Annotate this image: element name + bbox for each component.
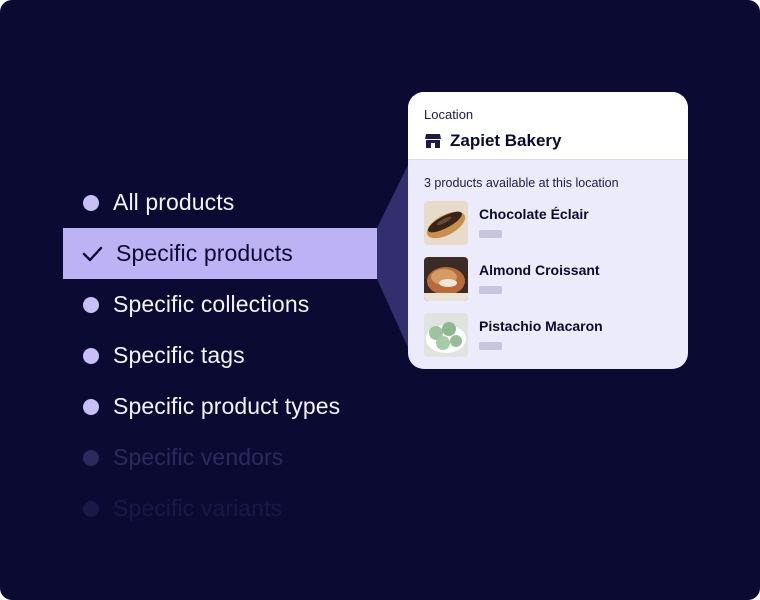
product-item[interactable]: Chocolate Éclair: [424, 201, 672, 245]
option-specific-product-types[interactable]: Specific product types: [0, 381, 400, 432]
bullet-dot: [83, 194, 99, 211]
bullet-dot: [83, 347, 99, 364]
location-label: Location: [424, 107, 474, 122]
product-name: Chocolate Éclair: [479, 206, 589, 222]
location-row[interactable]: Zapiet Bakery: [424, 131, 672, 151]
store-icon: [425, 134, 441, 148]
option-specific-products[interactable]: Specific products: [63, 228, 377, 279]
popover-header: Location Zapiet Bakery: [408, 92, 688, 160]
option-specific-tags[interactable]: Specific tags: [0, 330, 400, 381]
macaron-photo: [424, 313, 468, 357]
option-label: Specific products: [116, 240, 293, 266]
croissant-photo: [424, 257, 468, 301]
option-specific-vendors[interactable]: Specific vendors: [0, 432, 400, 483]
price-placeholder: [479, 230, 502, 238]
bullet-dot: [83, 296, 99, 313]
option-label: Specific vendors: [113, 444, 284, 470]
availability-text: 3 products available at this location: [424, 176, 619, 190]
product-scope-options: All products Specific products Specific …: [0, 177, 400, 534]
option-label: Specific collections: [113, 291, 310, 317]
canvas: All products Specific products Specific …: [0, 0, 760, 600]
bullet-dot: [83, 500, 99, 517]
option-label: All products: [113, 189, 235, 215]
product-item[interactable]: Almond Croissant: [424, 257, 672, 301]
location-popover: Location Zapiet Bakery 3 products availa…: [408, 92, 688, 369]
price-placeholder: [479, 342, 502, 350]
eclair-photo: [424, 201, 468, 245]
popover-body: 3 products available at this location Ch…: [408, 160, 688, 357]
option-specific-variants[interactable]: Specific variants: [0, 483, 400, 534]
option-all-products[interactable]: All products: [0, 177, 400, 228]
location-name: Zapiet Bakery: [450, 131, 562, 150]
option-label: Specific product types: [113, 393, 341, 419]
product-item[interactable]: Pistachio Macaron: [424, 313, 672, 357]
bullet-dot: [83, 398, 99, 415]
price-placeholder: [479, 286, 502, 294]
bullet-dot: [83, 449, 99, 466]
option-label: Specific variants: [113, 495, 283, 521]
option-specific-collections[interactable]: Specific collections: [0, 279, 400, 330]
product-name: Pistachio Macaron: [479, 318, 603, 334]
option-label: Specific tags: [113, 342, 245, 368]
checkmark-icon: [82, 246, 103, 261]
product-name: Almond Croissant: [479, 262, 600, 278]
